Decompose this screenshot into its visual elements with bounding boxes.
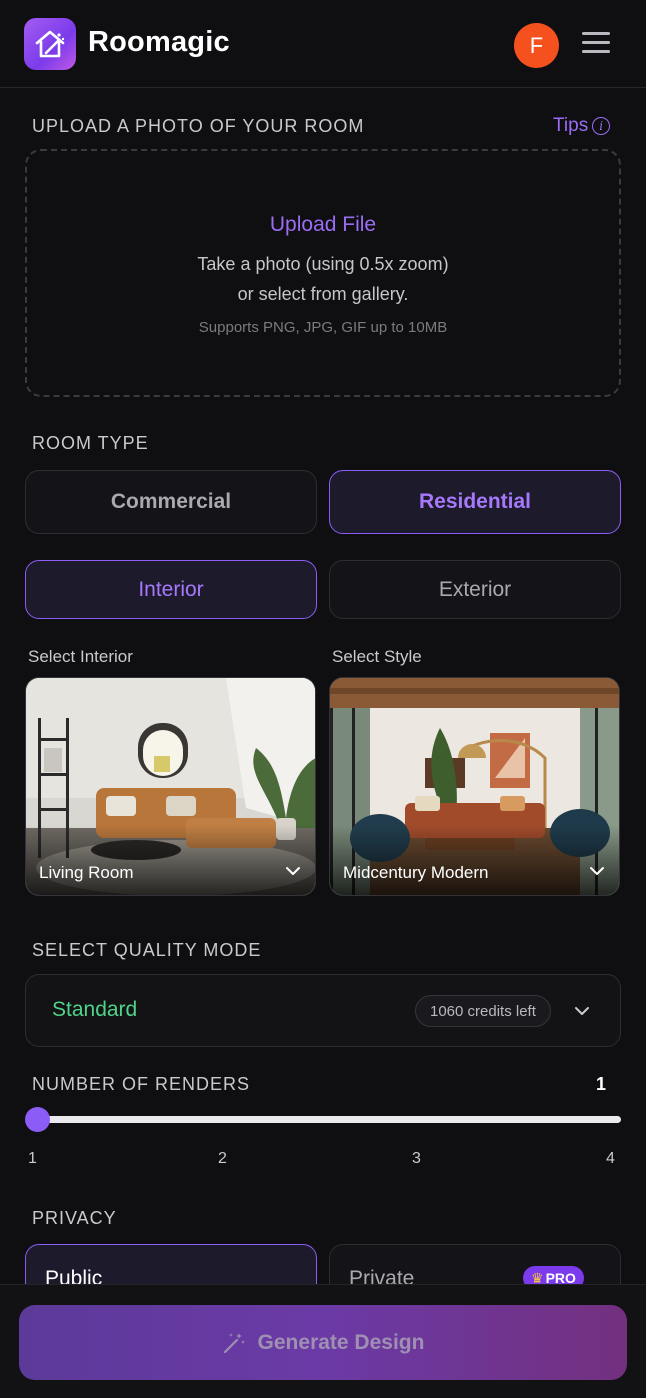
style-card-shade — [330, 825, 619, 895]
chevron-down-icon — [575, 1007, 589, 1015]
upload-file-link[interactable]: Upload File — [27, 213, 619, 237]
room-type-section-label: ROOM TYPE — [32, 433, 149, 453]
exterior-button[interactable]: Exterior — [329, 560, 621, 619]
renders-count: 1 — [596, 1074, 607, 1094]
interior-card-shade — [26, 825, 315, 895]
select-interior-label: Select Interior — [28, 647, 133, 666]
upload-supported-formats: Supports PNG, JPG, GIF up to 10MB — [198, 319, 448, 336]
renders-slider-track[interactable] — [37, 1116, 621, 1123]
chevron-down-icon — [286, 867, 300, 875]
upload-dropzone[interactable]: Upload File Take a photo (using 0.5x zoo… — [25, 149, 621, 397]
renders-tick: 2 — [218, 1150, 227, 1167]
tips-label: Tips — [553, 115, 589, 136]
renders-tick: 3 — [412, 1150, 421, 1167]
interior-value: Living Room — [39, 863, 134, 882]
upload-instructions: Take a photo (using 0.5x zoom) or select… — [27, 249, 619, 309]
upload-section-label: UPLOAD A PHOTO OF YOUR ROOM — [32, 116, 365, 136]
select-style-label: Select Style — [332, 647, 422, 666]
residential-button[interactable]: Residential — [329, 470, 621, 534]
app-header: Roomagic F — [0, 0, 646, 88]
renders-tick: 4 — [606, 1150, 615, 1167]
commercial-button[interactable]: Commercial — [25, 470, 317, 534]
magic-wand-icon — [223, 1332, 245, 1353]
house-wand-icon[interactable] — [24, 18, 76, 70]
upload-instructions-line1: Take a photo (using 0.5x zoom) — [197, 254, 449, 274]
quality-mode-select[interactable]: Standard 1060 credits left — [25, 974, 621, 1047]
style-value: Midcentury Modern — [343, 863, 489, 882]
upload-instructions-line2: or select from gallery. — [237, 284, 409, 304]
renders-section-label: NUMBER OF RENDERS — [32, 1074, 251, 1094]
privacy-section-label: PRIVACY — [32, 1208, 117, 1228]
tips-link[interactable]: Tips i — [553, 115, 611, 137]
info-icon: i — [592, 117, 611, 135]
quality-section-label: SELECT QUALITY MODE — [32, 940, 262, 960]
renders-tick: 1 — [28, 1150, 37, 1167]
avatar[interactable]: F — [514, 23, 559, 68]
generate-design-label: Generate Design — [257, 1330, 425, 1354]
renders-slider-thumb[interactable] — [25, 1107, 50, 1132]
bottom-action-bar: Generate Design — [0, 1284, 646, 1398]
hamburger-menu-icon[interactable] — [582, 32, 610, 56]
app-title: Roomagic — [88, 26, 230, 58]
style-select-card[interactable]: Midcentury Modern — [329, 677, 620, 896]
chevron-down-icon — [590, 867, 604, 875]
interior-select-card[interactable]: Living Room — [25, 677, 316, 896]
generate-design-button[interactable]: Generate Design — [19, 1305, 627, 1380]
credits-badge: 1060 credits left — [415, 995, 551, 1027]
quality-mode-value: Standard — [52, 998, 138, 1021]
interior-button[interactable]: Interior — [25, 560, 317, 619]
